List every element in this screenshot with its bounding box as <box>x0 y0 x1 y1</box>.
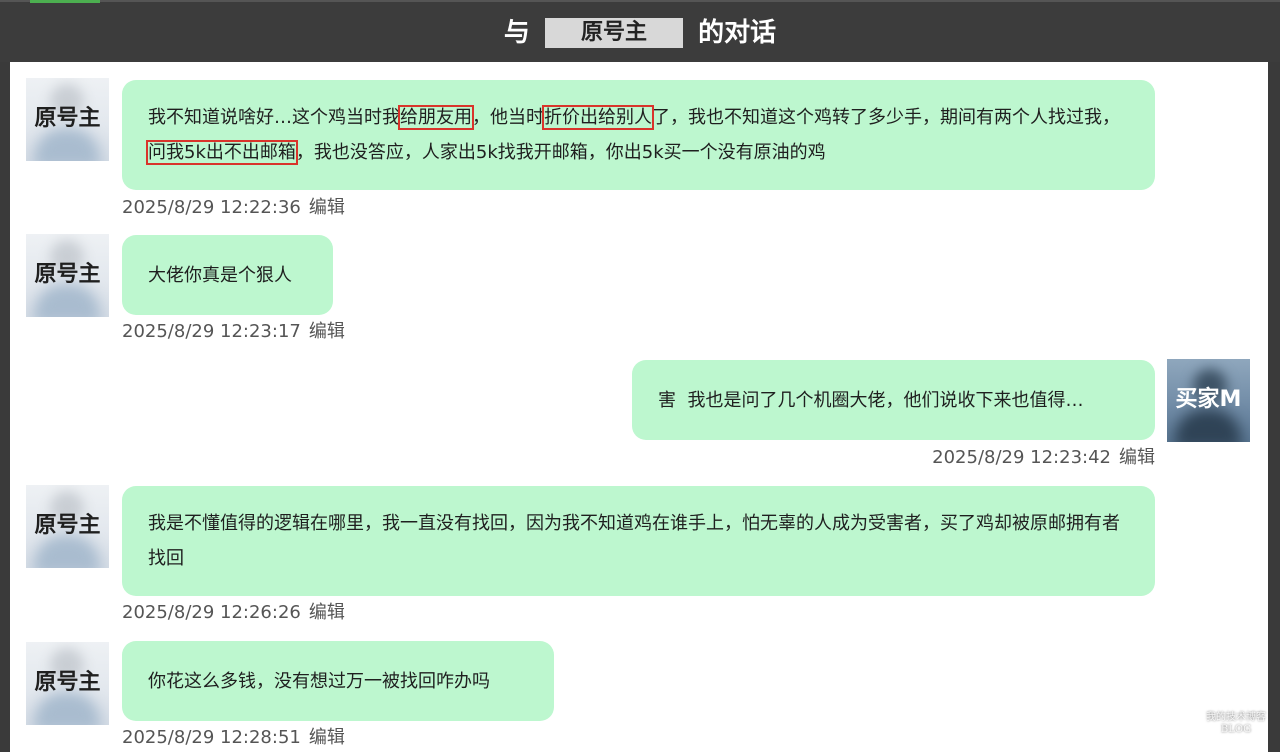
message-bubble[interactable]: 我是不懂值得的逻辑在哪里，我一直没有找回，因为我不知道鸡在谁手上，怕无辜的人成为… <box>122 486 1155 596</box>
message-meta: 2025/8/29 12:23:42 编辑 <box>932 446 1155 470</box>
message-timestamp: 2025/8/29 12:26:26 <box>122 602 301 623</box>
message-segment: ，他当时 <box>472 107 544 128</box>
avatar-label: 原号主 <box>34 513 101 538</box>
edit-link[interactable]: 编辑 <box>309 727 345 748</box>
message-text: 我不知道说啥好…这个鸡当时我给朋友用，他当时折价出给别人了，我也不知道这个鸡转了… <box>146 100 1129 170</box>
message-bubble[interactable]: 大佬你真是个狠人 <box>122 235 333 315</box>
highlighted-segment: 问我5k出不出邮箱 <box>146 140 298 165</box>
message-segment: 了，我也不知道这个鸡转了多少手，期间有两个人找过我， <box>652 107 1120 128</box>
message-timestamp: 2025/8/29 12:22:36 <box>122 197 301 218</box>
message-meta: 2025/8/29 12:23:17 编辑 <box>122 320 345 344</box>
edit-link[interactable]: 编辑 <box>309 197 345 218</box>
message-timestamp: 2025/8/29 12:23:42 <box>932 447 1111 468</box>
message-segment: ，我也没答应，人家出5k找我开邮箱，你出5k买一个没有原油的鸡 <box>295 142 826 163</box>
sender-avatar[interactable]: 原号主 <box>26 78 109 161</box>
message-timestamp: 2025/8/29 12:28:51 <box>122 727 301 748</box>
message-segment: 我不知道说啥好…这个鸡当时我 <box>148 107 400 128</box>
title-suffix: 的对话 <box>698 18 777 48</box>
edit-link[interactable]: 编辑 <box>309 602 345 623</box>
edit-link[interactable]: 编辑 <box>1119 447 1155 468</box>
highlighted-segment: 给朋友用 <box>398 105 474 130</box>
message-meta: 2025/8/29 12:28:51 编辑 <box>122 726 345 750</box>
message-timestamp: 2025/8/29 12:23:17 <box>122 321 301 342</box>
avatar-label: 买家M <box>1175 387 1242 412</box>
sender-avatar[interactable]: 原号主 <box>26 234 109 317</box>
title-prefix: 与 <box>503 18 530 48</box>
avatar-label: 原号主 <box>34 106 101 131</box>
buyer-avatar[interactable]: 买家M <box>1167 359 1250 442</box>
message-text: 害 我也是问了几个机圈大佬，他们说收下来也值得… <box>658 389 1084 411</box>
sender-avatar[interactable]: 原号主 <box>26 485 109 568</box>
title-accent-line <box>30 0 100 3</box>
watermark: 我的技术博客 BLOG <box>1206 712 1266 736</box>
avatar-label: 原号主 <box>34 262 101 287</box>
message-meta: 2025/8/29 12:26:26 编辑 <box>122 601 345 625</box>
sender-avatar[interactable]: 原号主 <box>26 642 109 725</box>
message-meta: 2025/8/29 12:22:36 编辑 <box>122 196 345 220</box>
message-text: 你花这么多钱，没有想过万一被找回咋办吗 <box>148 670 490 692</box>
message-text: 我是不懂值得的逻辑在哪里，我一直没有找回，因为我不知道鸡在谁手上，怕无辜的人成为… <box>148 513 1120 569</box>
contact-name-box: 原号主 <box>544 18 683 48</box>
watermark-line: BLOG <box>1220 724 1252 735</box>
title-bar: 与 原号主 的对话 <box>0 0 1280 62</box>
chat-panel: 原号主 我不知道说啥好…这个鸡当时我给朋友用，他当时折价出给别人了，我也不知道这… <box>10 62 1268 752</box>
highlighted-segment: 折价出给别人 <box>542 105 654 130</box>
message-bubble[interactable]: 害 我也是问了几个机圈大佬，他们说收下来也值得… <box>632 360 1155 440</box>
message-bubble[interactable]: 我不知道说啥好…这个鸡当时我给朋友用，他当时折价出给别人了，我也不知道这个鸡转了… <box>122 80 1155 190</box>
conversation-title: 与 原号主 的对话 <box>0 14 1280 52</box>
edit-link[interactable]: 编辑 <box>309 321 345 342</box>
avatar-label: 原号主 <box>34 670 101 695</box>
watermark-line: 我的技术博客 <box>1206 712 1266 723</box>
message-text: 大佬你真是个狠人 <box>148 264 292 286</box>
message-bubble[interactable]: 你花这么多钱，没有想过万一被找回咋办吗 <box>122 641 554 721</box>
